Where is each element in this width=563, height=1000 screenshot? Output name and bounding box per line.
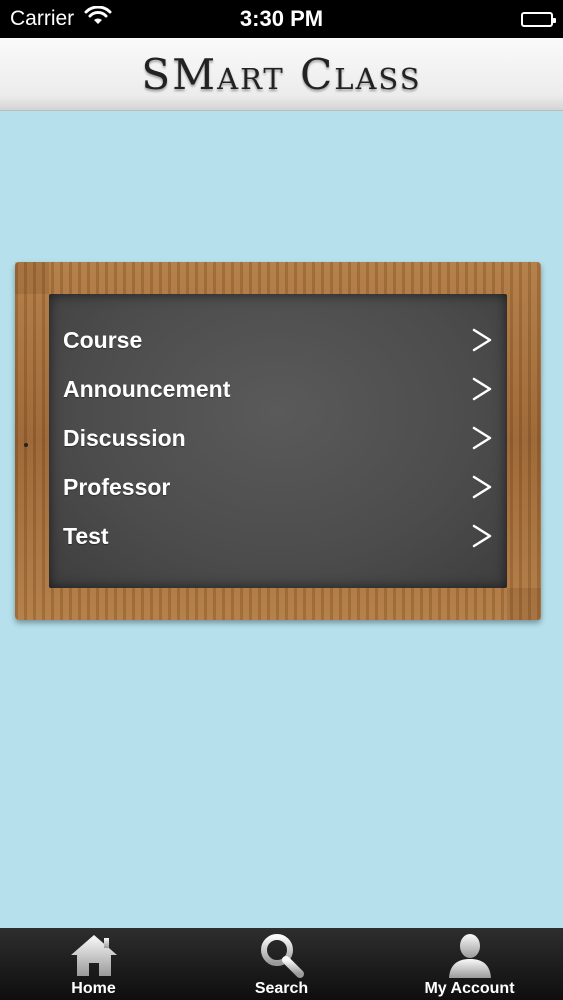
tab-bar: Home Search My Account <box>0 928 563 1000</box>
menu-item-professor[interactable]: Professor <box>63 465 493 509</box>
menu-item-label: Test <box>63 522 109 549</box>
chevron-right-icon <box>472 524 492 548</box>
menu-item-discussion[interactable]: Discussion <box>63 416 493 460</box>
user-icon <box>448 934 491 978</box>
menu-item-label: Professor <box>63 473 171 500</box>
menu-item-announcement[interactable]: Announcement <box>63 367 493 411</box>
tab-label: Home <box>71 980 116 997</box>
chevron-right-icon <box>472 328 492 352</box>
tab-my-account[interactable]: My Account <box>376 928 563 1000</box>
status-left: Carrier <box>10 5 112 32</box>
tab-search[interactable]: Search <box>188 928 375 1000</box>
menu-item-test[interactable]: Test <box>63 514 493 558</box>
frame-corner <box>15 262 49 294</box>
battery-icon <box>521 11 556 27</box>
chevron-right-icon <box>472 475 492 499</box>
tab-label: Search <box>254 980 309 997</box>
page-title: SMart Class <box>141 49 422 99</box>
nail-decoration <box>24 443 28 447</box>
tab-home[interactable]: Home <box>0 928 187 1000</box>
chevron-right-icon <box>472 377 492 401</box>
navigation-bar: SMart Class <box>0 38 563 111</box>
chalkboard-surface: Course Announcement Discussion Professor… <box>49 294 507 588</box>
menu-item-label: Announcement <box>63 375 231 402</box>
chalkboard-menu: Course Announcement Discussion Professor… <box>15 262 541 620</box>
home-icon <box>70 935 117 976</box>
menu-item-label: Discussion <box>63 424 186 451</box>
menu-item-course[interactable]: Course <box>63 318 493 362</box>
tab-label: My Account <box>424 980 515 997</box>
status-bar: Carrier 3:30 PM <box>0 0 563 38</box>
frame-corner <box>507 588 541 620</box>
menu-item-label: Course <box>63 326 143 353</box>
carrier-label: Carrier <box>10 7 75 30</box>
search-icon <box>260 934 304 978</box>
wifi-icon <box>84 5 112 32</box>
chevron-right-icon <box>472 426 492 450</box>
